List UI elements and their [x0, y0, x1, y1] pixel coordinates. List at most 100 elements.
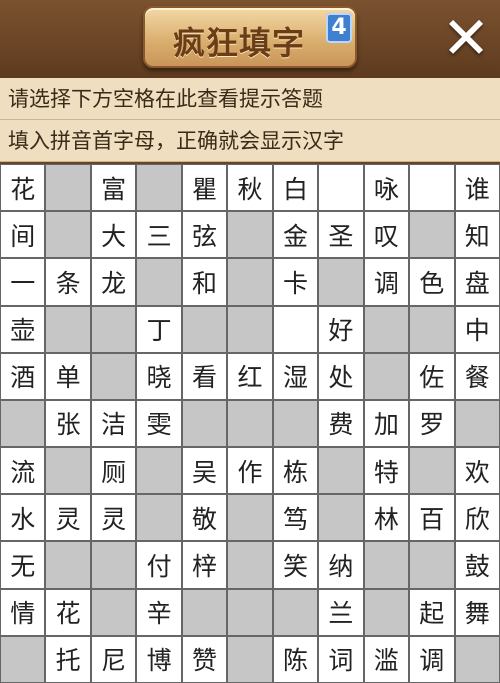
letter-cell[interactable]: 笃: [272, 494, 319, 542]
crossword-grid: 花富瞿秋白咏谁间大三弦金圣叹知一条龙和卡调色盘壶丁好中酒单晓看红湿处佐餐张洁雯费…: [0, 164, 500, 683]
blocked-cell: [272, 399, 319, 448]
letter-cell[interactable]: 陈: [272, 635, 319, 683]
letter-cell[interactable]: 知: [454, 211, 500, 259]
blocked-cell: [90, 541, 137, 589]
letter-cell[interactable]: 三: [136, 211, 182, 259]
blocked-cell: [136, 164, 182, 212]
letter-cell[interactable]: 特: [363, 447, 410, 495]
letter-cell[interactable]: 红: [227, 352, 273, 400]
letter-cell[interactable]: 调: [409, 635, 455, 683]
letter-cell[interactable]: 林: [363, 494, 410, 542]
letter-cell[interactable]: 盘: [454, 258, 500, 306]
empty-cell[interactable]: [272, 305, 319, 353]
letter-cell[interactable]: 佐: [409, 352, 455, 400]
letter-cell[interactable]: 起: [409, 588, 455, 636]
letter-cell[interactable]: 鼓: [454, 541, 500, 589]
letter-cell[interactable]: 费: [318, 399, 364, 448]
letter-cell[interactable]: 兰: [318, 588, 364, 636]
letter-cell[interactable]: 白: [272, 164, 319, 212]
letter-cell[interactable]: 博: [136, 635, 182, 683]
letter-cell[interactable]: 洁: [90, 399, 137, 448]
blocked-cell: [90, 305, 137, 353]
letter-cell[interactable]: 百: [409, 494, 455, 542]
letter-cell[interactable]: 舞: [454, 588, 500, 636]
letter-cell[interactable]: 圣: [318, 211, 364, 259]
letter-cell[interactable]: 丁: [136, 305, 182, 353]
letter-cell[interactable]: 托: [45, 635, 91, 683]
letter-cell[interactable]: 酒: [0, 352, 46, 400]
letter-cell[interactable]: 间: [0, 211, 46, 259]
letter-cell[interactable]: 无: [0, 541, 46, 589]
letter-cell[interactable]: 餐: [454, 352, 500, 400]
blocked-cell: [318, 494, 364, 542]
blocked-cell: [181, 588, 228, 636]
letter-cell[interactable]: 付: [136, 541, 182, 589]
letter-cell[interactable]: 灵: [90, 494, 137, 542]
letter-cell[interactable]: 纳: [318, 541, 364, 589]
letter-cell[interactable]: 花: [45, 588, 91, 636]
letter-cell[interactable]: 单: [45, 352, 91, 400]
letter-cell[interactable]: 栋: [272, 447, 319, 495]
letter-cell[interactable]: 看: [181, 352, 228, 400]
letter-cell[interactable]: 条: [45, 258, 91, 306]
blocked-cell: [227, 541, 273, 589]
letter-cell[interactable]: 欢: [454, 447, 500, 495]
letter-cell[interactable]: 流: [0, 447, 46, 495]
blocked-cell: [363, 541, 410, 589]
letter-cell[interactable]: 富: [90, 164, 137, 212]
letter-cell[interactable]: 敬: [181, 494, 228, 542]
letter-cell[interactable]: 大: [90, 211, 137, 259]
letter-cell[interactable]: 情: [0, 588, 46, 636]
letter-cell[interactable]: 处: [318, 352, 364, 400]
letter-cell[interactable]: 罗: [409, 399, 455, 448]
letter-cell[interactable]: 滥: [363, 635, 410, 683]
letter-cell[interactable]: 加: [363, 399, 410, 448]
blocked-cell: [409, 541, 455, 589]
letter-cell[interactable]: 弦: [181, 211, 228, 259]
letter-cell[interactable]: 欣: [454, 494, 500, 542]
blocked-cell: [45, 541, 91, 589]
letter-cell[interactable]: 灵: [45, 494, 91, 542]
letter-cell[interactable]: 晓: [136, 352, 182, 400]
letter-cell[interactable]: 作: [227, 447, 273, 495]
letter-cell[interactable]: 调: [363, 258, 410, 306]
letter-cell[interactable]: 辛: [136, 588, 182, 636]
letter-cell[interactable]: 赞: [181, 635, 228, 683]
blocked-cell: [227, 305, 273, 353]
letter-cell[interactable]: 壶: [0, 305, 46, 353]
letter-cell[interactable]: 卡: [272, 258, 319, 306]
letter-cell[interactable]: 好: [318, 305, 364, 353]
letter-cell[interactable]: 金: [272, 211, 319, 259]
letter-cell[interactable]: 秋: [227, 164, 273, 212]
empty-cell[interactable]: [409, 164, 455, 212]
letter-cell[interactable]: 色: [409, 258, 455, 306]
blocked-cell: [409, 447, 455, 495]
letter-cell[interactable]: 张: [45, 399, 91, 448]
letter-cell[interactable]: 词: [318, 635, 364, 683]
letter-cell[interactable]: 谁: [454, 164, 500, 212]
letter-cell[interactable]: 水: [0, 494, 46, 542]
blocked-cell: [90, 588, 137, 636]
empty-cell[interactable]: [318, 164, 364, 212]
blocked-cell: [181, 399, 228, 448]
blocked-cell: [227, 399, 273, 448]
letter-cell[interactable]: 咏: [363, 164, 410, 212]
letter-cell[interactable]: 中: [454, 305, 500, 353]
blocked-cell: [136, 258, 182, 306]
letter-cell[interactable]: 笑: [272, 541, 319, 589]
blocked-cell: [363, 352, 410, 400]
hint-line-1: 请选择下方空格在此查看提示答题: [0, 78, 500, 120]
letter-cell[interactable]: 一: [0, 258, 46, 306]
letter-cell[interactable]: 瞿: [181, 164, 228, 212]
close-button[interactable]: ✕: [438, 9, 494, 67]
letter-cell[interactable]: 龙: [90, 258, 137, 306]
letter-cell[interactable]: 叹: [363, 211, 410, 259]
letter-cell[interactable]: 和: [181, 258, 228, 306]
letter-cell[interactable]: 厕: [90, 447, 137, 495]
letter-cell[interactable]: 花: [0, 164, 46, 212]
letter-cell[interactable]: 湿: [272, 352, 319, 400]
letter-cell[interactable]: 梓: [181, 541, 228, 589]
letter-cell[interactable]: 雯: [136, 399, 182, 448]
letter-cell[interactable]: 尼: [90, 635, 137, 683]
letter-cell[interactable]: 吴: [181, 447, 228, 495]
